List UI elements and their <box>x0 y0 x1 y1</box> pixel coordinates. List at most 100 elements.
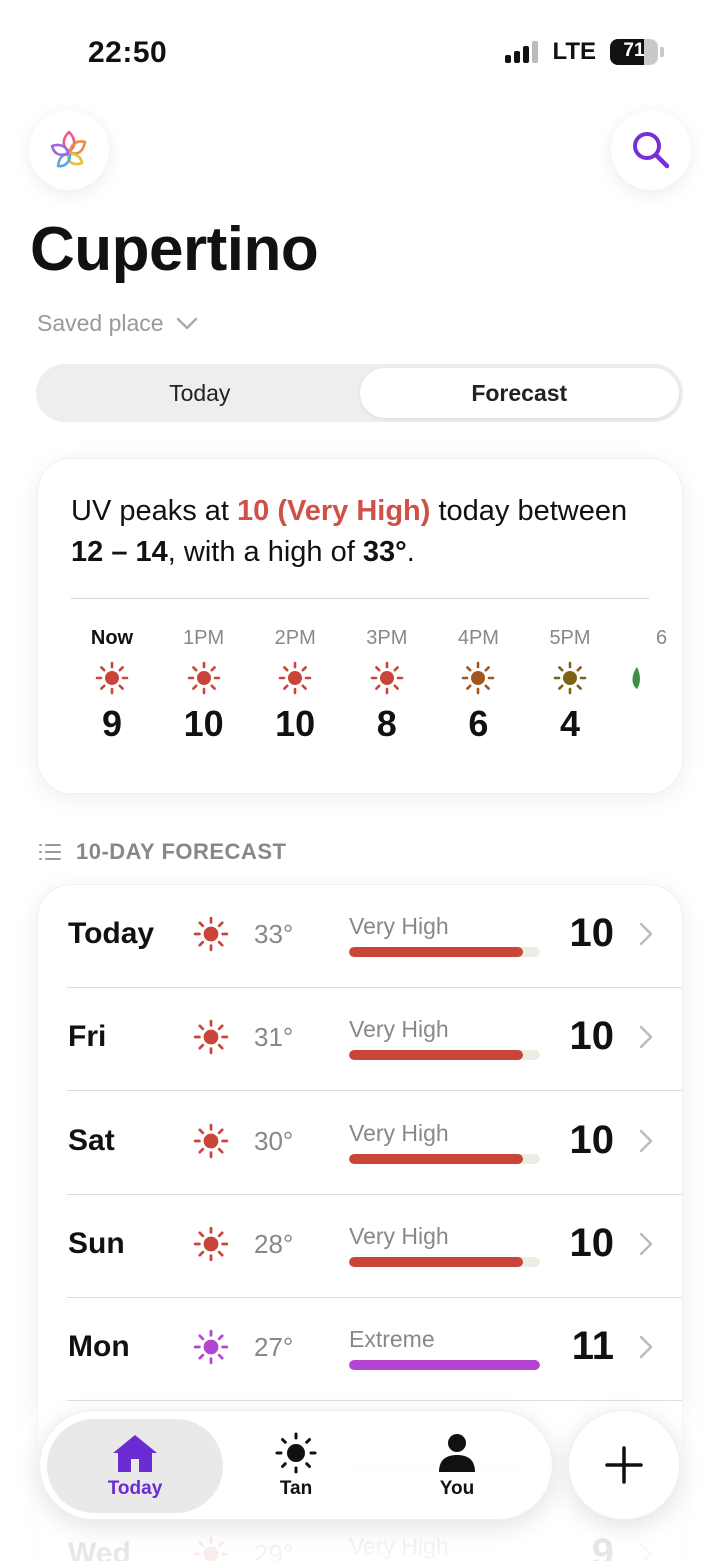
forecast-uv-index: 10 <box>569 1220 615 1265</box>
uv-bar-track <box>349 1050 540 1061</box>
forecast-sun-slot <box>192 1225 230 1268</box>
uv-summary-card: UV peaks at 10 (Very High) today between… <box>37 458 683 794</box>
sun-icon <box>370 661 404 695</box>
uv-bar-track <box>349 1153 540 1164</box>
forecast-row[interactable]: Sat 30° Very High 10 <box>38 1092 682 1195</box>
forecast-row[interactable]: Fri 31° Very High 10 <box>38 988 682 1092</box>
sun-icon <box>193 1123 229 1158</box>
sun-icon <box>193 1020 229 1055</box>
tab-today-view[interactable]: Today <box>40 368 360 418</box>
add-button[interactable] <box>568 1410 680 1520</box>
card-divider <box>71 598 649 599</box>
sun-icon <box>553 661 587 695</box>
forecast-day: Mon <box>68 1330 130 1364</box>
hourly-uv-strip[interactable]: Now 9 1PM 10 2PM 10 3PM 8 4PM 6 5PM 4 6 <box>66 627 682 757</box>
forecast-uv-level: Very High <box>349 1222 449 1249</box>
battery-cap <box>660 47 664 57</box>
tab-today[interactable]: Today <box>47 1419 223 1513</box>
uv-bar-track <box>349 947 540 957</box>
forecast-temp: 31° <box>254 1022 294 1053</box>
summary-high: 33° <box>362 536 407 568</box>
sun-icon <box>193 1329 229 1365</box>
list-icon <box>39 844 61 860</box>
hourly-item: 6 <box>616 627 682 703</box>
plus-icon <box>605 1446 643 1484</box>
forecast-uv-level: Very High <box>349 1016 449 1043</box>
summary-middle2: , with a high of <box>167 536 363 568</box>
forecast-temp: 27° <box>254 1332 294 1363</box>
forecast-uv-index: 10 <box>569 1014 615 1059</box>
hourly-icon-slot <box>616 657 682 699</box>
summary-peak: 10 (Very High) <box>237 495 431 527</box>
hourly-uv-value: 9 <box>101 703 123 744</box>
hourly-time-label: 5PM <box>549 627 591 649</box>
summary-window: 12 – 14 <box>71 536 168 568</box>
forecast-uv-level: Very High <box>349 913 449 939</box>
uv-bar-fill <box>349 1256 523 1267</box>
hourly-item: 1PM 10 <box>158 627 250 745</box>
chevron-down-icon <box>176 317 197 329</box>
tab-forecast-view[interactable]: Forecast <box>359 368 679 418</box>
hourly-time-label: 6 <box>656 627 668 649</box>
signal-icon <box>505 41 539 63</box>
flower-logo-icon <box>50 130 87 168</box>
battery-icon: 71 <box>610 39 658 65</box>
chevron-right-icon <box>639 1232 653 1256</box>
forecast-sun-slot <box>192 1018 230 1061</box>
status-time: 22:50 <box>88 36 168 69</box>
forecast-uv-index: 10 <box>569 911 615 955</box>
forecast-sun-slot <box>192 915 230 958</box>
forecast-header-label: 10-DAY FORECAST <box>76 839 287 864</box>
forecast-temp: 28° <box>254 1228 294 1259</box>
uv-bar-fill <box>349 1050 523 1061</box>
hourly-time-label: 2PM <box>274 627 316 649</box>
app-logo-button[interactable] <box>29 110 109 190</box>
chevron-right-icon <box>639 922 653 946</box>
leaf-icon <box>632 667 640 689</box>
hourly-item: 3PM 8 <box>341 627 433 745</box>
hourly-time-label: Now <box>90 627 134 649</box>
uv-bar-fill <box>349 1360 540 1371</box>
person-icon <box>439 1434 475 1472</box>
forecast-uv-index: 11 <box>571 1324 614 1369</box>
tab-you[interactable]: You <box>369 1419 545 1513</box>
hourly-uv-value: 10 <box>275 703 316 744</box>
uv-bar-track <box>349 1360 540 1371</box>
uv-summary-text: UV peaks at 10 (Very High) today between… <box>71 491 652 573</box>
forecast-day: Today <box>68 917 155 950</box>
search-button[interactable] <box>611 110 691 190</box>
network-label: LTE <box>552 38 596 65</box>
hourly-uv-value: 8 <box>376 703 397 744</box>
tab-tan-label: Tan <box>279 1478 313 1499</box>
uv-bar-fill <box>349 1153 523 1164</box>
search-icon <box>633 132 670 169</box>
forecast-header: 10-DAY FORECAST <box>38 839 286 865</box>
place-selector[interactable]: Saved place <box>37 310 198 337</box>
sun-icon <box>95 661 129 695</box>
house-icon <box>113 1435 157 1472</box>
forecast-row[interactable]: Today 33° Very High 10 <box>38 885 682 988</box>
forecast-row[interactable]: Mon 27° Extreme 11 <box>38 1298 682 1402</box>
hourly-item: Now 9 <box>66 627 158 745</box>
sun-icon <box>193 916 229 952</box>
battery-level: 71 <box>623 40 645 61</box>
forecast-uv-level: Very High <box>349 1119 449 1146</box>
page-title: Cupertino <box>30 215 319 284</box>
forecast-uv-index: 10 <box>569 1117 615 1162</box>
sun-icon <box>193 1226 229 1262</box>
forecast-row[interactable]: Sun 28° Very High 10 <box>38 1195 682 1298</box>
forecast-temp: 33° <box>254 919 294 949</box>
status-indicators: LTE 71 <box>505 38 664 66</box>
tab-tan[interactable]: Tan <box>208 1419 384 1513</box>
hourly-icon-slot <box>66 657 158 699</box>
place-label: Saved place <box>37 310 164 336</box>
hourly-uv-value: 10 <box>183 703 224 744</box>
summary-prefix: UV peaks at <box>71 495 238 527</box>
forecast-sun-slot <box>192 1122 230 1165</box>
forecast-sun-slot <box>192 1328 230 1371</box>
hourly-icon-slot <box>158 657 250 699</box>
forecast-day: Sun <box>68 1226 125 1260</box>
summary-middle: today between <box>430 495 628 527</box>
forecast-day: Fri <box>68 1020 107 1054</box>
chevron-right-icon <box>639 1335 653 1359</box>
